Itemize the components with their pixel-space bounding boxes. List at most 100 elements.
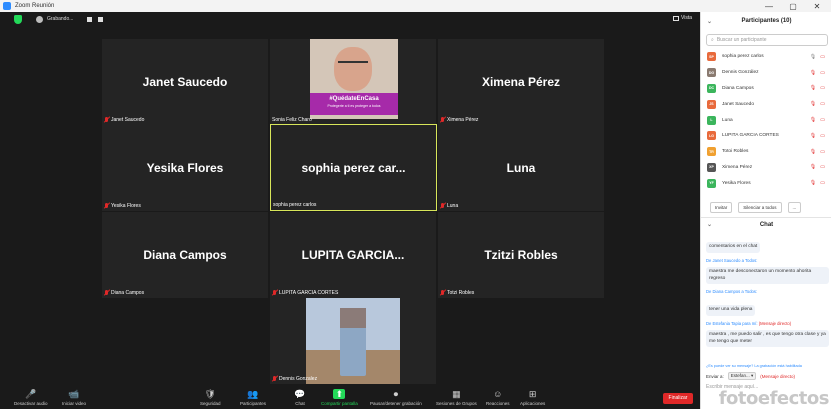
toolbar-label: Sesiones de Grupos: [436, 401, 477, 406]
participant-row-name: Diana Campos: [722, 85, 754, 91]
participant-row[interactable]: YF Yesika Flores 🎙 ▭: [701, 175, 831, 191]
mic-muted-icon[interactable]: 🎙: [810, 133, 816, 139]
share-screen-button[interactable]: ⬆ Compartir pantalla: [321, 389, 358, 406]
participant-row[interactable]: TR Totoi Robles 🎙 ▭: [701, 144, 831, 160]
video-tile-active-speaker[interactable]: sophia perez car... sophia perez carlos: [270, 124, 437, 211]
shield-icon: 🛡: [204, 389, 216, 399]
mic-muted-icon[interactable]: 🎙: [810, 164, 816, 170]
toolbar-label: Desactivar audio: [14, 401, 48, 406]
mic-muted-icon[interactable]: 🎙: [810, 85, 816, 91]
video-camera-icon: 📹: [68, 389, 80, 399]
participant-status: 🎙 ▭: [810, 101, 825, 107]
chat-message: maestra , me puedo salir , es que tengo …: [706, 330, 829, 347]
top-strip: Grabando... Vista: [0, 12, 700, 26]
private-tag: (Mensaje directo): [758, 320, 792, 326]
video-tile[interactable]: LUPITA GARCIA... LUPITA GARCIA CORTES: [270, 212, 436, 298]
video-tile[interactable]: Tzitzi Robles Totzi Robles: [438, 212, 604, 298]
participant-row[interactable]: SP sophia perez carlos 🎙 ▭: [701, 49, 831, 65]
mute-audio-button[interactable]: 🎤 Desactivar audio: [14, 389, 48, 406]
video-tile[interactable]: Dennis Gonzalez: [270, 298, 436, 384]
end-meeting-button[interactable]: Finalizar: [663, 393, 693, 404]
camera-off-icon[interactable]: ▭: [820, 70, 825, 76]
mic-muted-icon[interactable]: 🎙: [810, 149, 816, 155]
participant-row[interactable]: JS Janet Saucedo 🎙 ▭: [701, 96, 831, 112]
view-label: Vista: [680, 15, 692, 21]
participant-row[interactable]: DC Diana Campos 🎙 ▭: [701, 81, 831, 97]
reactions-button[interactable]: ☺ Reacciones: [486, 389, 510, 406]
zoom-logo-icon: [3, 2, 11, 10]
camera-off-icon[interactable]: ▭: [820, 164, 825, 170]
mic-muted-icon[interactable]: 🎙: [810, 70, 816, 76]
avatar: LG: [707, 131, 716, 141]
camera-off-icon[interactable]: ▭: [820, 149, 825, 155]
participant-status: 🎙 ▭: [810, 54, 825, 60]
participant-search-input[interactable]: ⌕ Buscar un participante: [706, 34, 828, 46]
video-tile[interactable]: Ximena Pérez Ximena Pérez: [438, 39, 604, 125]
camera-off-icon[interactable]: ▭: [820, 133, 825, 139]
video-tile[interactable]: Diana Campos Diana Campos: [102, 212, 268, 298]
participant-row[interactable]: LG LUPITA GARCIA CORTES 🎙 ▭: [701, 128, 831, 144]
participant-name: Janet Saucedo: [142, 75, 228, 89]
mic-muted-icon: [440, 203, 445, 209]
close-button[interactable]: ✕: [806, 0, 828, 12]
participant-name: sophia perez car...: [301, 160, 406, 175]
chat-button[interactable]: 💬 Chat: [294, 389, 306, 406]
participant-row-name: Luna: [722, 117, 733, 123]
participant-name: Diana Campos: [143, 248, 227, 262]
send-to-dropdown[interactable]: Estefan... ▾: [727, 372, 757, 380]
invite-button[interactable]: Invitar: [710, 202, 733, 213]
chat-message: maestra me desconectaron un momento ahor…: [706, 267, 829, 284]
mic-muted-icon[interactable]: 🎙: [810, 117, 816, 123]
stop-recording-icon[interactable]: [98, 16, 104, 22]
avatar: TR: [707, 147, 716, 157]
avatar: L: [707, 115, 716, 125]
tile-label-text: LUPITA GARCIA CORTES: [279, 290, 339, 296]
glasses-shape: [338, 61, 368, 67]
toolbar-label: Reacciones: [486, 401, 510, 406]
start-video-button[interactable]: 📹 Iniciar video: [62, 389, 86, 406]
pause-recording-icon[interactable]: [87, 16, 93, 22]
participants-button[interactable]: 👥 Participantes: [240, 389, 266, 406]
mic-muted-icon: [272, 376, 277, 382]
breakout-rooms-button[interactable]: ▦ Sesiones de Grupos: [436, 389, 477, 406]
camera-off-icon[interactable]: ▭: [820, 54, 825, 60]
security-shield-icon[interactable]: [14, 14, 22, 24]
participant-row-name: sophia perez carlos: [722, 54, 764, 60]
chevron-down-icon[interactable]: ⌄: [707, 18, 712, 25]
participant-row[interactable]: DG Dennis González 🎙 ▭: [701, 65, 831, 81]
apps-button[interactable]: ⊞ Aplicaciones: [520, 389, 545, 406]
minimize-button[interactable]: —: [758, 0, 780, 12]
mic-muted-icon[interactable]: 🎙: [810, 180, 816, 186]
mic-muted-icon: [104, 290, 109, 296]
camera-off-icon[interactable]: ▭: [820, 117, 825, 123]
tile-label: Yesika Flores: [104, 203, 141, 209]
more-button[interactable]: ...: [787, 202, 802, 213]
pause-recording-button[interactable]: ⏺ Pausar/detener grabación: [370, 389, 422, 406]
participant-row[interactable]: L Luna 🎙 ▭: [701, 112, 831, 128]
camera-off-icon[interactable]: ▭: [820, 85, 825, 91]
mic-muted-icon[interactable]: 🎙: [810, 101, 816, 107]
maximize-button[interactable]: ▢: [782, 0, 804, 12]
tile-label: LUPITA GARCIA CORTES: [272, 290, 338, 296]
participant-row-name: Janet Saucedo: [722, 101, 755, 107]
mute-all-button[interactable]: Silenciar a todos: [738, 202, 782, 213]
smile-icon: ☺: [493, 389, 503, 399]
participant-row-name: Ximena Pérez: [722, 164, 753, 170]
tile-label-text: Totzi Robles: [447, 290, 475, 296]
camera-off-icon[interactable]: ▭: [820, 101, 825, 107]
chat-message: tener una vida plena: [706, 305, 756, 316]
video-tile[interactable]: #QuédateEnCasa Protegerte a ti es protege…: [270, 39, 436, 125]
window-title: Zoom Reunión: [15, 3, 55, 9]
chevron-down-icon[interactable]: ⌄: [707, 221, 712, 228]
view-button[interactable]: Vista: [672, 15, 692, 21]
camera-off-icon[interactable]: ▭: [820, 180, 825, 186]
toolbar-label: Aplicaciones: [520, 401, 546, 406]
video-tile[interactable]: Luna Luna: [438, 125, 604, 211]
video-tile[interactable]: Yesika Flores Yesika Flores: [102, 125, 268, 211]
mic-icon[interactable]: 🎙: [810, 54, 816, 60]
video-tile[interactable]: Janet Saucedo Janet Saucedo: [102, 39, 268, 125]
participant-row[interactable]: XP Ximena Pérez 🎙 ▭: [701, 160, 831, 176]
security-button[interactable]: 🛡 Seguridad: [200, 389, 221, 406]
title-bar: Zoom Reunión — ▢ ✕: [0, 0, 831, 12]
tile-label: Ximena Pérez: [440, 117, 478, 123]
